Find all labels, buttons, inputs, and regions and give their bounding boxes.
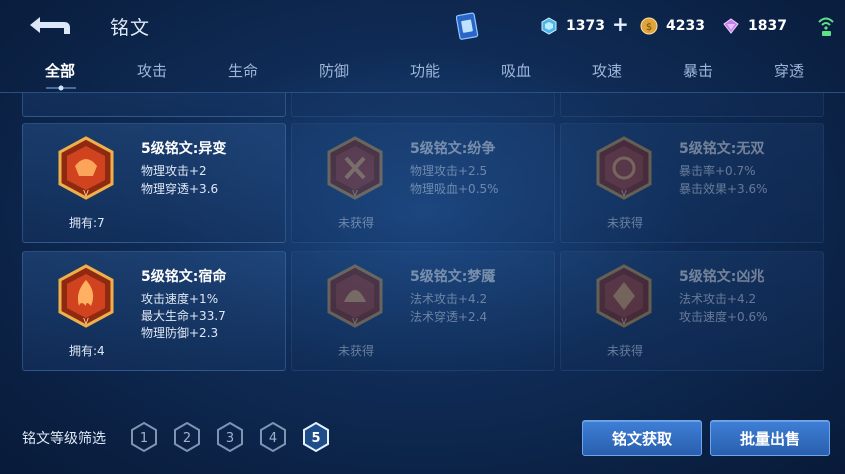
- rune-name: 5级铭文:宿命: [141, 269, 227, 285]
- active-tab-indicator: [46, 85, 76, 91]
- level-number: 5: [311, 431, 320, 446]
- rune-badge-icon: V: [596, 264, 652, 328]
- rune-card[interactable]: V 5级铭文:宿命 攻击速度+1% 最大生命+33.7 物理防御+2.3 拥有:…: [22, 251, 286, 371]
- rune-owned-count: 拥有:7: [69, 216, 105, 230]
- inscription-book-icon[interactable]: [456, 10, 480, 42]
- rune-stat: 法术穿透+2.4: [410, 310, 488, 324]
- svg-text:V: V: [83, 189, 89, 198]
- rune-stat: 物理攻击+2.5: [410, 164, 488, 178]
- rune-card[interactable]: V 5级铭文:梦魇 法术攻击+4.2 法术穿透+2.4 未获得: [291, 251, 555, 371]
- level-filter-1[interactable]: 1: [129, 421, 159, 453]
- tab-penetration[interactable]: 穿透: [759, 60, 819, 81]
- level-filter-2[interactable]: 2: [172, 421, 202, 453]
- rune-card-partial[interactable]: [560, 93, 824, 117]
- rune-owned-status: 未获得: [607, 344, 644, 358]
- add-currency-button[interactable]: +: [612, 14, 629, 34]
- rune-stat: 物理吸血+0.5%: [410, 182, 499, 196]
- rune-card[interactable]: V 5级铭文:异变 物理攻击+2 物理穿透+3.6 拥有:7: [22, 123, 286, 243]
- level-number: 1: [140, 431, 148, 446]
- rune-name: 5级铭文:无双: [679, 141, 765, 157]
- category-tabs: 全部 攻击 生命 防御 功能 吸血 攻速 暴击 穿透: [0, 56, 845, 92]
- rune-card[interactable]: V 5级铭文:纷争 物理攻击+2.5 物理吸血+0.5% 未获得: [291, 123, 555, 243]
- tab-crit[interactable]: 暴击: [668, 60, 728, 81]
- rune-name: 5级铭文:凶兆: [679, 269, 765, 285]
- rune-acquire-button[interactable]: 铭文获取: [582, 420, 702, 456]
- svg-text:V: V: [621, 189, 627, 198]
- currency-diamond: 1837: [722, 14, 798, 38]
- tab-attack[interactable]: 攻击: [122, 60, 182, 81]
- level-number: 4: [269, 431, 277, 446]
- tab-attack-speed[interactable]: 攻速: [577, 60, 637, 81]
- page-title: 铭文: [110, 17, 151, 39]
- rune-stat: 法术攻击+4.2: [679, 292, 757, 306]
- rune-card-partial[interactable]: [22, 93, 286, 117]
- level-filter-label: 铭文等级筛选: [22, 431, 106, 447]
- rune-stat: 攻击速度+1%: [141, 292, 219, 306]
- currency-gold: $ 4233: [640, 14, 716, 38]
- rune-name: 5级铭文:纷争: [410, 141, 496, 157]
- rune-card-partial[interactable]: [291, 93, 555, 117]
- rune-badge-icon: V: [58, 136, 114, 200]
- rune-stat: 法术攻击+4.2: [410, 292, 488, 306]
- rune-stat: 暴击率+0.7%: [679, 164, 756, 178]
- blue-crystal-icon: [541, 17, 557, 35]
- rune-stat: 物理穿透+3.6: [141, 182, 219, 196]
- gold-coin-icon: $: [640, 17, 658, 35]
- svg-text:V: V: [352, 189, 358, 198]
- rune-stat: 攻击速度+0.6%: [679, 310, 768, 324]
- top-bar: 铭文 1373 + $ 4233 1837: [0, 0, 845, 52]
- rune-grid: V 5级铭文:异变 物理攻击+2 物理穿透+3.6 拥有:7 V 5级铭文:纷争…: [0, 93, 845, 378]
- level-number: 3: [226, 431, 234, 446]
- level-number: 2: [183, 431, 191, 446]
- rune-card[interactable]: V 5级铭文:无双 暴击率+0.7% 暴击效果+3.6% 未获得: [560, 123, 824, 243]
- tab-lifesteal[interactable]: 吸血: [486, 60, 546, 81]
- level-filter-4[interactable]: 4: [258, 421, 288, 453]
- rune-stat: 暴击效果+3.6%: [679, 182, 768, 196]
- rune-stat: 物理攻击+2: [141, 164, 207, 178]
- rune-owned-count: 拥有:4: [69, 344, 105, 358]
- tab-defense[interactable]: 防御: [304, 60, 364, 81]
- purple-diamond-icon: [723, 18, 739, 34]
- rune-badge-icon: V: [327, 264, 383, 328]
- bulk-sell-button[interactable]: 批量出售: [710, 420, 830, 456]
- rune-stat: 最大生命+33.7: [141, 309, 226, 323]
- rune-badge-icon: V: [327, 136, 383, 200]
- rune-card[interactable]: V 5级铭文:凶兆 法术攻击+4.2 攻击速度+0.6% 未获得: [560, 251, 824, 371]
- level-filter-5[interactable]: 5: [301, 421, 331, 453]
- rune-owned-status: 未获得: [338, 216, 375, 230]
- svg-text:V: V: [83, 317, 89, 326]
- back-arrow-icon[interactable]: [24, 12, 74, 38]
- level-filter-3[interactable]: 3: [215, 421, 245, 453]
- rune-name: 5级铭文:异变: [141, 141, 227, 157]
- wifi-battery-icon: [818, 17, 834, 36]
- svg-text:V: V: [621, 317, 627, 326]
- svg-text:$: $: [646, 22, 652, 33]
- rune-badge-icon: V: [596, 136, 652, 200]
- tab-health[interactable]: 生命: [213, 60, 273, 81]
- rune-badge-icon: V: [58, 264, 114, 328]
- rune-owned-status: 未获得: [338, 344, 375, 358]
- tab-utility[interactable]: 功能: [395, 60, 455, 81]
- rune-stat: 物理防御+2.3: [141, 326, 219, 340]
- svg-text:V: V: [352, 317, 358, 326]
- rune-owned-status: 未获得: [607, 216, 644, 230]
- rune-name: 5级铭文:梦魇: [410, 269, 496, 285]
- tab-all[interactable]: 全部: [30, 60, 90, 81]
